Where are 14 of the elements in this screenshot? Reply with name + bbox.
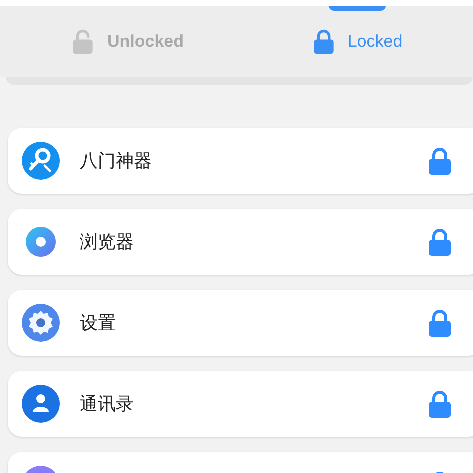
app-name: 设置 [80, 312, 117, 335]
app-name: 浏览器 [80, 231, 135, 254]
app-item[interactable]: 八门神器 [8, 128, 473, 194]
tab-indicator [329, 6, 386, 11]
app-item[interactable]: 浏览器 [8, 209, 473, 275]
app-name: 通讯录 [80, 393, 135, 416]
person-icon [22, 385, 60, 423]
app-item[interactable]: 设置 [8, 290, 473, 356]
unlocked-lock-icon [73, 29, 94, 54]
gear-icon [22, 304, 60, 342]
key-icon [22, 142, 60, 180]
app-item[interactable]: 通讯录 [8, 371, 473, 437]
lock-icon [314, 29, 334, 54]
app-name: 八门神器 [80, 150, 153, 173]
